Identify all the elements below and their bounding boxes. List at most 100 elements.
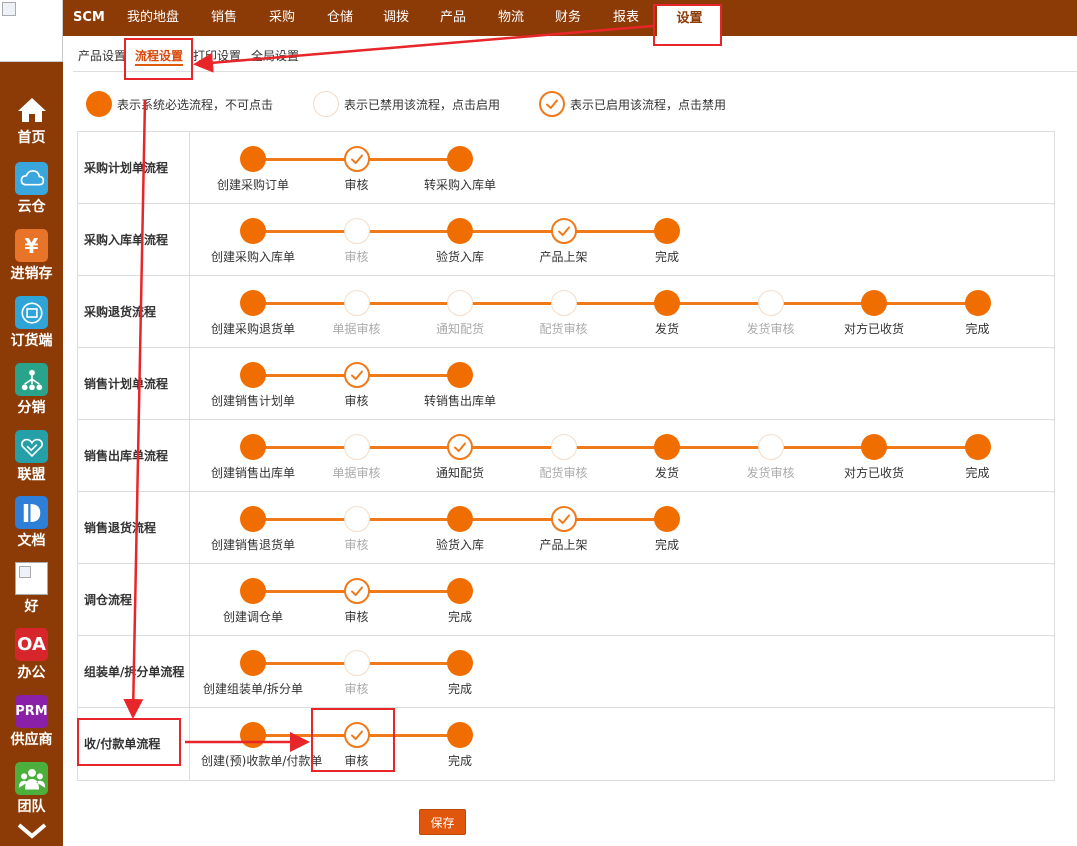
legend-item-required: 表示系统必选流程，不可点击 <box>86 91 273 117</box>
flow-steps: 创建采购退货单 单据审核 通知配货 配货审核 发货 发货审核 对方已收货 完成 <box>190 276 1054 347</box>
chevron-down-icon[interactable] <box>0 823 63 846</box>
flow-step-label: 审核 <box>344 682 369 696</box>
nav-item-6[interactable]: 物流 <box>498 0 524 36</box>
flow-row-5: 销售退货流程 创建销售退货单 审核 验货入库 产品上架 完成 <box>78 492 1054 564</box>
step-disabled-dot[interactable] <box>550 434 577 460</box>
sidebar-label: 团队 <box>17 799 46 815</box>
sidebar-item-6[interactable]: 文档 <box>0 496 63 562</box>
brand-logo-text[interactable]: SCM <box>73 0 105 36</box>
step-required-dot <box>240 506 266 532</box>
flow-step[interactable]: 配货审核 <box>512 434 616 481</box>
nav-item-4[interactable]: 调拨 <box>383 0 409 36</box>
flow-step-label: 验货入库 <box>435 250 484 264</box>
step-enabled-dot-check-icon[interactable] <box>539 91 565 117</box>
flow-step: 创建采购入库单 <box>201 218 305 265</box>
oa-icon: OA <box>15 628 48 661</box>
step-disabled-dot[interactable] <box>447 290 473 316</box>
sidebar-item-10[interactable]: 团队 <box>0 762 63 828</box>
subtab-2[interactable]: 打印设置 <box>193 46 241 66</box>
step-enabled-dot-check-icon[interactable] <box>550 218 577 244</box>
flow-step-label: 完成 <box>965 466 990 480</box>
step-disabled-dot[interactable] <box>550 290 577 316</box>
nav-item-5[interactable]: 产品 <box>440 0 466 36</box>
step-enabled-dot-check-icon[interactable] <box>447 434 473 460</box>
step-enabled-dot-check-icon[interactable] <box>343 578 370 604</box>
sidebar-label: 分销 <box>17 400 46 416</box>
flow-step[interactable]: 发货审核 <box>719 434 823 481</box>
flow-step[interactable]: 审核 <box>305 362 409 409</box>
flow-step-label: 转采购入库单 <box>423 178 496 192</box>
sidebar-item-2[interactable]: ¥ 进销存 <box>0 229 63 295</box>
sidebar-label: 办公 <box>17 665 46 681</box>
sidebar-item-1[interactable]: 云仓 <box>0 162 63 228</box>
flow-row-6: 调仓流程 创建调仓单 审核 完成 <box>78 564 1054 636</box>
step-disabled-dot[interactable] <box>343 434 370 460</box>
flow-step: 完成 <box>408 578 512 625</box>
step-required-dot <box>654 434 680 460</box>
flow-step-label: 配货审核 <box>539 322 588 336</box>
flow-step[interactable]: 单据审核 <box>305 434 409 481</box>
nav-item-0[interactable]: 我的地盘 <box>127 0 179 36</box>
sidebar-label: 进销存 <box>10 266 53 282</box>
step-enabled-dot-check-icon[interactable] <box>343 146 370 172</box>
step-required-dot <box>86 91 112 117</box>
sidebar-label: 文档 <box>17 533 46 549</box>
flow-name: 采购计划单流程 <box>78 132 190 203</box>
flow-step[interactable]: 单据审核 <box>305 290 409 337</box>
step-enabled-dot-check-icon[interactable] <box>550 506 577 532</box>
flow-row-3: 销售计划单流程 创建销售计划单 审核 转销售出库单 <box>78 348 1054 420</box>
flow-step[interactable]: 产品上架 <box>512 218 616 265</box>
prm-icon-text: PRM <box>15 704 48 719</box>
flow-step-label: 通知配货 <box>435 322 484 336</box>
nav-item-2[interactable]: 采购 <box>269 0 295 36</box>
step-required-dot <box>240 218 266 244</box>
flow-step-label: 单据审核 <box>332 322 381 336</box>
step-disabled-dot[interactable] <box>343 290 370 316</box>
nav-item-7[interactable]: 财务 <box>555 0 581 36</box>
flow-step-label: 审核 <box>344 178 369 192</box>
flow-step[interactable]: 审核 <box>305 218 409 265</box>
sidebar-item-5[interactable]: 联盟 <box>0 430 63 496</box>
flow-steps: 创建调仓单 审核 完成 <box>190 564 1054 635</box>
flow-step-label: 配货审核 <box>539 466 588 480</box>
step-disabled-dot[interactable] <box>343 506 370 532</box>
step-disabled-dot[interactable] <box>313 91 339 117</box>
flow-step[interactable]: 审核 <box>305 578 409 625</box>
flow-row-8: 收/付款单流程 创建(预)收款单/付款单 审核 完成 <box>78 708 1054 780</box>
step-enabled-dot-check-icon[interactable] <box>343 362 370 388</box>
flow-step[interactable]: 审核 <box>305 146 409 193</box>
subtab-0[interactable]: 产品设置 <box>78 46 126 66</box>
flow-name: 销售出库单流程 <box>78 420 190 491</box>
sidebar-item-9[interactable]: PRM 供应商 <box>0 695 63 761</box>
subtab-3[interactable]: 全局设置 <box>251 46 299 66</box>
nav-item-1[interactable]: 销售 <box>211 0 237 36</box>
flow-step[interactable]: 审核 <box>305 650 409 697</box>
flow-step[interactable]: 通知配货 <box>408 290 512 337</box>
flow-name: 销售退货流程 <box>78 492 190 563</box>
step-required-dot <box>447 506 473 532</box>
step-required-dot <box>240 290 266 316</box>
sidebar-item-3[interactable]: 订货端 <box>0 296 63 362</box>
flow-step[interactable]: 通知配货 <box>408 434 512 481</box>
nav-item-8[interactable]: 报表 <box>613 0 639 36</box>
nav-item-3[interactable]: 仓储 <box>327 0 353 36</box>
flow-step[interactable]: 产品上架 <box>512 506 616 553</box>
step-disabled-dot[interactable] <box>343 650 370 676</box>
sidebar-item-8[interactable]: OA 办公 <box>0 628 63 694</box>
step-disabled-dot[interactable] <box>757 434 784 460</box>
handshake-icon <box>15 430 48 463</box>
flow-step-label: 创建销售计划单 <box>210 394 295 408</box>
step-disabled-dot[interactable] <box>343 218 370 244</box>
flow-name: 采购入库单流程 <box>78 204 190 275</box>
flow-step[interactable]: 审核 <box>305 506 409 553</box>
document-icon <box>15 496 48 529</box>
sidebar-item-7[interactable]: 好 <box>0 562 63 628</box>
sidebar-item-4[interactable]: 分销 <box>0 363 63 429</box>
flow-name: 组装单/拆分单流程 <box>78 636 190 707</box>
flow-step[interactable]: 发货审核 <box>719 290 823 337</box>
save-button[interactable]: 保存 <box>419 809 466 835</box>
sidebar-item-0[interactable]: 首页 <box>0 93 63 159</box>
step-disabled-dot[interactable] <box>757 290 784 316</box>
flow-step[interactable]: 配货审核 <box>512 290 616 337</box>
flow-row-2: 采购退货流程 创建采购退货单 单据审核 通知配货 配货审核 发货 发货审核 对方已收货 完成 <box>78 276 1054 348</box>
